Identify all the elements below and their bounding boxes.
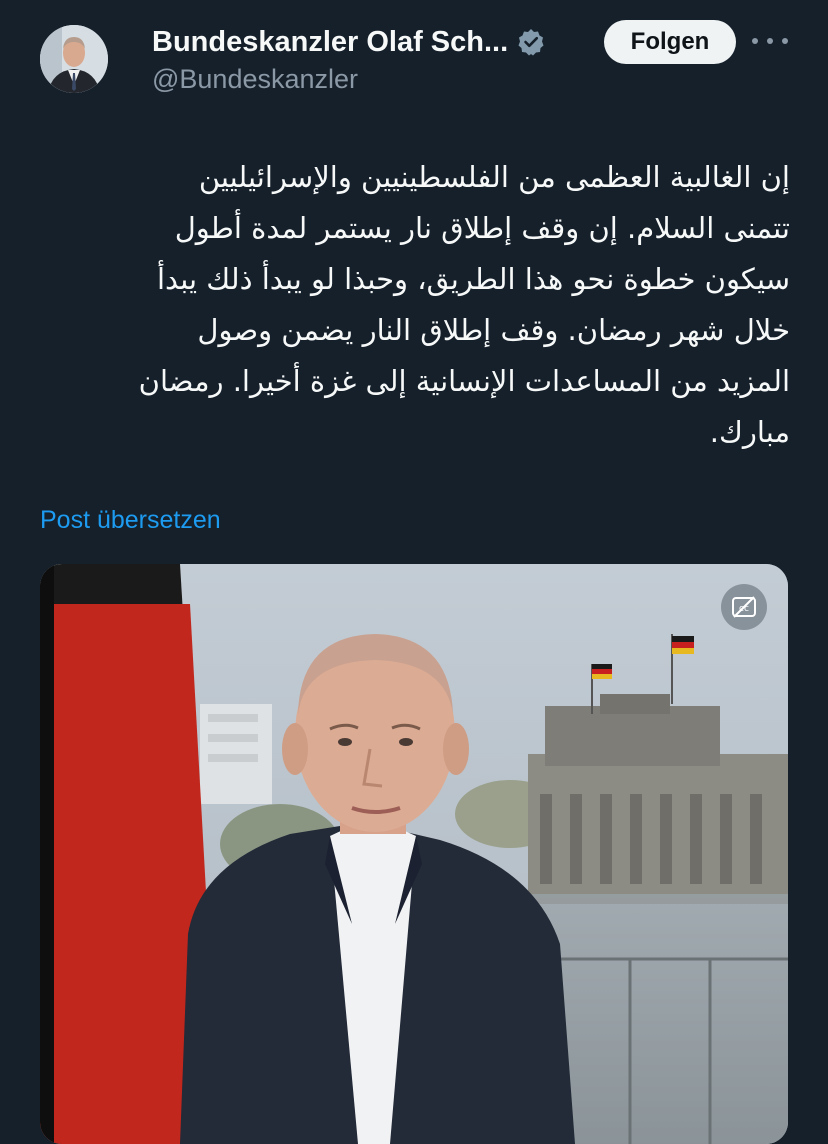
- verified-badge-icon: [516, 27, 546, 57]
- more-horizontal-icon[interactable]: [752, 26, 788, 56]
- tweet-text-line: مبارك.: [709, 415, 790, 449]
- more-dot: [767, 38, 773, 44]
- tweet-text-line: خلال شهر رمضان. وقف إطلاق النار يضمن وصو…: [197, 313, 790, 347]
- tweet-text-line: المزيد من المساعدات الإنسانية إلى غزة أخ…: [138, 364, 790, 398]
- tweet-text: إن الغالبية العظمى من الفلسطينيين والإسر…: [40, 152, 790, 458]
- author-display-name: Bundeskanzler Olaf Sch...: [152, 25, 509, 58]
- captions-off-icon[interactable]: cc: [721, 584, 767, 630]
- author-handle[interactable]: @Bundeskanzler: [152, 64, 358, 95]
- video-player[interactable]: [40, 564, 788, 1144]
- follow-button[interactable]: Folgen: [604, 20, 736, 64]
- tweet-text-line: إن الغالبية العظمى من الفلسطينيين والإسر…: [198, 160, 790, 194]
- svg-text:cc: cc: [739, 604, 749, 614]
- tweet-header: Bundeskanzler Olaf Sch... @Bundeskanzler…: [0, 0, 828, 120]
- captions-glyph: cc: [732, 596, 756, 618]
- more-dot: [752, 38, 758, 44]
- avatar-photo: [40, 25, 108, 93]
- author-avatar[interactable]: [40, 25, 108, 93]
- video-frame: [40, 564, 788, 1144]
- tweet-text-line: سيكون خطوة نحو هذا الطريق، وحبذا لو يبدأ…: [156, 262, 790, 296]
- author-name-row[interactable]: Bundeskanzler Olaf Sch...: [152, 24, 546, 60]
- tweet-text-line: تتمنى السلام. إن وقف إطلاق نار يستمر لمد…: [174, 211, 790, 245]
- translate-post-link[interactable]: Post übersetzen: [40, 506, 221, 535]
- more-dot: [782, 38, 788, 44]
